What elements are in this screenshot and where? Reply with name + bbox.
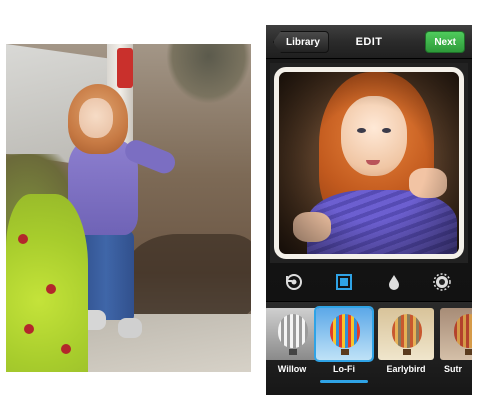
filter-label: Sutr: [444, 364, 462, 374]
library-back-button[interactable]: Library: [273, 31, 329, 53]
girl-face: [79, 98, 113, 138]
filter-sutro[interactable]: Sutr: [438, 306, 472, 392]
tilt-shift-drop-icon[interactable]: [384, 272, 404, 292]
filter-lo-fi[interactable]: Lo-Fi: [314, 306, 374, 392]
vignette-overlay: [279, 72, 459, 254]
photo-canvas: [270, 63, 468, 263]
basket: [289, 349, 297, 355]
filter-strip: Willow Lo-Fi Earlybird Sutr: [266, 301, 472, 395]
balloon-icon: [392, 314, 422, 348]
dress-flower: [18, 234, 28, 244]
filter-label: Earlybird: [386, 364, 426, 374]
selected-indicator: [320, 380, 368, 383]
basket: [465, 349, 472, 355]
girl-shoe-right: [118, 318, 142, 338]
dress-flower: [24, 324, 34, 334]
edit-screen: EDIT Library Next Willow Lo-Fi Earlybird…: [266, 25, 472, 395]
stop-sign: [117, 48, 133, 88]
balloon-icon: [454, 314, 472, 348]
child-green-dress: [6, 194, 88, 372]
rotate-icon[interactable]: [284, 272, 304, 292]
balloon-icon: [278, 314, 308, 348]
nav-bar: EDIT Library Next: [266, 25, 472, 59]
border-frame-icon[interactable]: [334, 272, 354, 292]
filter-thumbnail: [266, 308, 320, 360]
lux-brightness-icon[interactable]: [432, 272, 452, 292]
tree: [166, 44, 251, 104]
balloon-icon: [330, 314, 360, 348]
edit-toolbar: [266, 265, 472, 299]
shadow: [126, 234, 251, 324]
filter-thumbnail: [378, 308, 434, 360]
filter-thumbnail: [314, 306, 374, 362]
filtered-photo-preview: [274, 67, 464, 259]
dress-flower: [46, 284, 56, 294]
filter-thumbnail: [440, 308, 472, 360]
original-photo: [6, 44, 251, 372]
filter-label: Lo-Fi: [333, 364, 355, 374]
filter-earlybird[interactable]: Earlybird: [376, 306, 436, 392]
basket: [341, 349, 349, 355]
basket: [403, 349, 411, 355]
next-button[interactable]: Next: [425, 31, 465, 53]
dress-flower: [61, 344, 71, 354]
